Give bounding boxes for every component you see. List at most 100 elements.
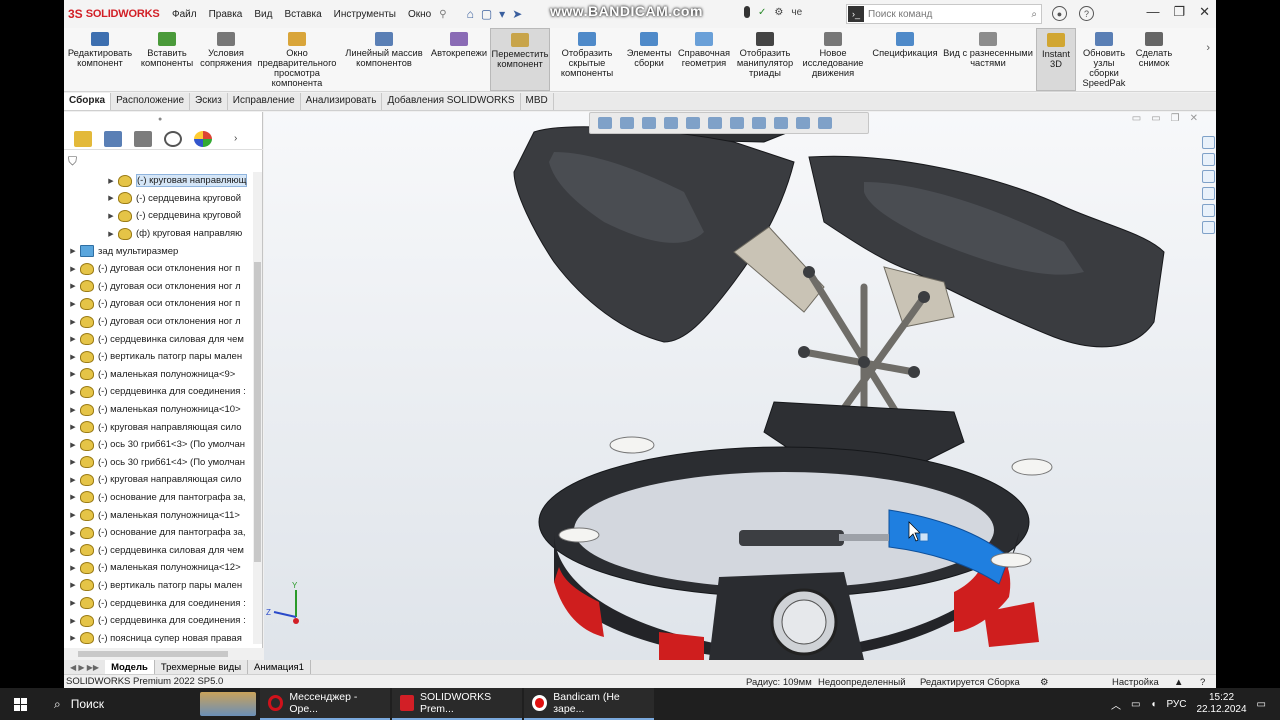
status-settings[interactable]: Настройка xyxy=(1112,675,1159,688)
language-indicator[interactable]: РУС xyxy=(1166,699,1186,710)
ribbon-button-4[interactable]: Линейный массив компонентов xyxy=(340,28,428,91)
command-tab[interactable]: Расположение xyxy=(111,93,191,110)
minimize-icon[interactable]: — xyxy=(1146,4,1159,20)
tree-item[interactable]: ▶ (-) дуговая оси отклонения ног п xyxy=(64,295,254,313)
tree-item[interactable]: ▶ (-) сердцевина круговой xyxy=(64,207,254,225)
expand-arrow-icon[interactable]: ▶ xyxy=(68,247,78,255)
expand-arrow-icon[interactable]: ▶ xyxy=(106,212,116,220)
search-icon[interactable]: ⌕ xyxy=(1031,9,1037,20)
expand-arrow-icon[interactable]: ▶ xyxy=(68,335,78,343)
apply-scene-icon[interactable] xyxy=(796,117,810,129)
expand-arrow-icon[interactable]: ▶ xyxy=(68,511,78,519)
expand-arrow-icon[interactable]: ▶ xyxy=(68,388,78,396)
tree-item[interactable]: ▶ (-) маленькая полуножница<12> xyxy=(64,559,254,577)
command-tab[interactable]: MBD xyxy=(521,93,554,110)
custom-properties-icon[interactable] xyxy=(1201,221,1215,234)
menu-window[interactable]: Окно xyxy=(408,9,431,20)
notifications-icon[interactable]: ▭ xyxy=(1257,699,1266,710)
tree-item[interactable]: ▶ (-) сердцевинка силовая для чем xyxy=(64,541,254,559)
ribbon-button-12[interactable]: Спецификация xyxy=(870,28,940,91)
tree-item[interactable]: ▶ (-) круговая направляющ xyxy=(64,172,254,190)
expand-arrow-icon[interactable]: ▶ xyxy=(106,177,116,185)
viewport-minimize-icon[interactable]: ▭ xyxy=(1132,113,1141,124)
ribbon-button-6[interactable]: Переместить компонент xyxy=(490,28,550,91)
command-tab[interactable]: Добавления SOLIDWORKS xyxy=(382,93,521,110)
menu-view[interactable]: Вид xyxy=(254,9,272,20)
tree-item[interactable]: ▶ (-) вертикаль патогр пары мален xyxy=(64,577,254,595)
expand-arrow-icon[interactable]: ▶ xyxy=(106,194,116,202)
taskbar-search[interactable]: ⌕ Поиск xyxy=(40,697,200,712)
tab-animation[interactable]: Анимация1 xyxy=(248,660,311,674)
expand-arrow-icon[interactable]: ▶ xyxy=(68,423,78,431)
panel-arrow-icon[interactable]: › xyxy=(234,133,237,144)
design-library-icon[interactable] xyxy=(1201,153,1215,166)
taskbar-app-messenger[interactable]: Мессенджер - Ope... xyxy=(260,688,390,720)
tree-item[interactable]: ▶ (-) вертикаль патогр пары мален xyxy=(64,348,254,366)
tree-item[interactable]: ▶ (-) ось 30 гриб61<4> (По умолчан xyxy=(64,454,254,472)
expand-arrow-icon[interactable]: ▶ xyxy=(106,230,116,238)
expand-arrow-icon[interactable]: ▶ xyxy=(68,581,78,589)
feature-manager-icon[interactable] xyxy=(74,130,92,147)
expand-arrow-icon[interactable]: ▶ xyxy=(68,406,78,414)
ribbon-button-9[interactable]: Справочная геометрия xyxy=(674,28,734,91)
view-palette-icon[interactable] xyxy=(1201,187,1215,200)
windows-start-icon[interactable] xyxy=(0,697,40,711)
select-arrow-icon[interactable]: ➤ xyxy=(512,7,522,21)
tree-hscroll-thumb[interactable] xyxy=(78,651,228,657)
section-view-icon[interactable] xyxy=(664,117,678,129)
command-tab[interactable]: Эскиз xyxy=(190,93,228,110)
tree-item[interactable]: ▶ (-) ось 30 гриб61<3> (По умолчан xyxy=(64,436,254,454)
tree-item[interactable]: ▶ (-) маленькая полуножница<9> xyxy=(64,366,254,384)
tab-3d-views[interactable]: Трехмерные виды xyxy=(155,660,249,674)
ribbon-button-2[interactable]: Условия сопряжения xyxy=(198,28,254,91)
expand-arrow-icon[interactable]: ▶ xyxy=(68,476,78,484)
tree-item[interactable]: ▶ (-) дуговая оси отклонения ног л xyxy=(64,278,254,296)
tree-item[interactable]: ▶ (-) основание для пантографа за, xyxy=(64,489,254,507)
account-icon[interactable]: ● xyxy=(1052,6,1067,21)
pin-icon[interactable]: ⚲ xyxy=(439,9,446,20)
menu-insert[interactable]: Вставка xyxy=(284,9,321,20)
ribbon-button-1[interactable]: Вставить компоненты xyxy=(136,28,198,91)
expand-arrow-icon[interactable]: ▶ xyxy=(68,493,78,501)
expand-arrow-icon[interactable]: ▶ xyxy=(68,564,78,572)
filter-icon[interactable]: ⛉ xyxy=(68,154,77,169)
expand-arrow-icon[interactable]: ▶ xyxy=(68,599,78,607)
traffic-light-icon[interactable] xyxy=(744,6,750,18)
taskbar-widget-icon[interactable] xyxy=(200,692,256,716)
tree-item[interactable]: ▶ (-) дуговая оси отклонения ног п xyxy=(64,260,254,278)
viewport-tile-icon[interactable]: ▭ xyxy=(1151,113,1160,124)
help-icon[interactable]: ? xyxy=(1079,6,1094,21)
command-tab[interactable]: Исправление xyxy=(228,93,301,110)
edit-appearance-icon[interactable] xyxy=(774,117,788,129)
view-orientation-icon[interactable] xyxy=(708,117,722,129)
ribbon-button-16[interactable]: Сделать снимок xyxy=(1132,28,1176,91)
home-icon[interactable]: ⌂ xyxy=(467,7,474,21)
ribbon-button-10[interactable]: Отобразить манипулятор триады xyxy=(734,28,796,91)
expand-arrow-icon[interactable]: ▶ xyxy=(68,546,78,554)
tree-item[interactable]: ▶ (-) дуговая оси отклонения ног л xyxy=(64,313,254,331)
network-icon[interactable]: ▭ xyxy=(1131,699,1140,710)
tray-overflow-icon[interactable]: ︿ xyxy=(1111,697,1121,712)
dimxpert-icon[interactable] xyxy=(164,130,182,147)
expand-arrow-icon[interactable]: ▶ xyxy=(68,370,78,378)
tree-item[interactable]: ▶ (-) основание для пантографа за, xyxy=(64,524,254,542)
ribbon-button-13[interactable]: Вид с разнесенными частями xyxy=(940,28,1036,91)
expand-arrow-icon[interactable]: ▶ xyxy=(68,441,78,449)
configuration-manager-icon[interactable] xyxy=(134,130,152,147)
expand-arrow-icon[interactable]: ▶ xyxy=(68,529,78,537)
expand-arrow-icon[interactable]: ▶ xyxy=(68,353,78,361)
property-manager-icon[interactable] xyxy=(104,130,122,147)
file-explorer-icon[interactable] xyxy=(1201,170,1215,183)
expand-arrow-icon[interactable]: ▶ xyxy=(68,458,78,466)
ribbon-button-11[interactable]: Новое исследование движения xyxy=(796,28,870,91)
tree-item[interactable]: ▶ (-) круговая направляющая сило xyxy=(64,418,254,436)
tree-item[interactable]: ▶ (-) круговая направляющая сило xyxy=(64,471,254,489)
menu-edit[interactable]: Правка xyxy=(209,9,243,20)
tree-item[interactable]: ▶ (-) поясница супер новая правая xyxy=(64,629,254,644)
user-short[interactable]: че xyxy=(791,7,802,18)
tree-item[interactable]: ▶ (-) сердцевинка для соединения : xyxy=(64,612,254,630)
view-settings-icon[interactable] xyxy=(818,117,832,129)
close-icon[interactable]: ✕ xyxy=(1199,4,1210,20)
command-tab[interactable]: Анализировать xyxy=(301,93,383,110)
volume-icon[interactable]: ◖ xyxy=(1150,699,1156,710)
